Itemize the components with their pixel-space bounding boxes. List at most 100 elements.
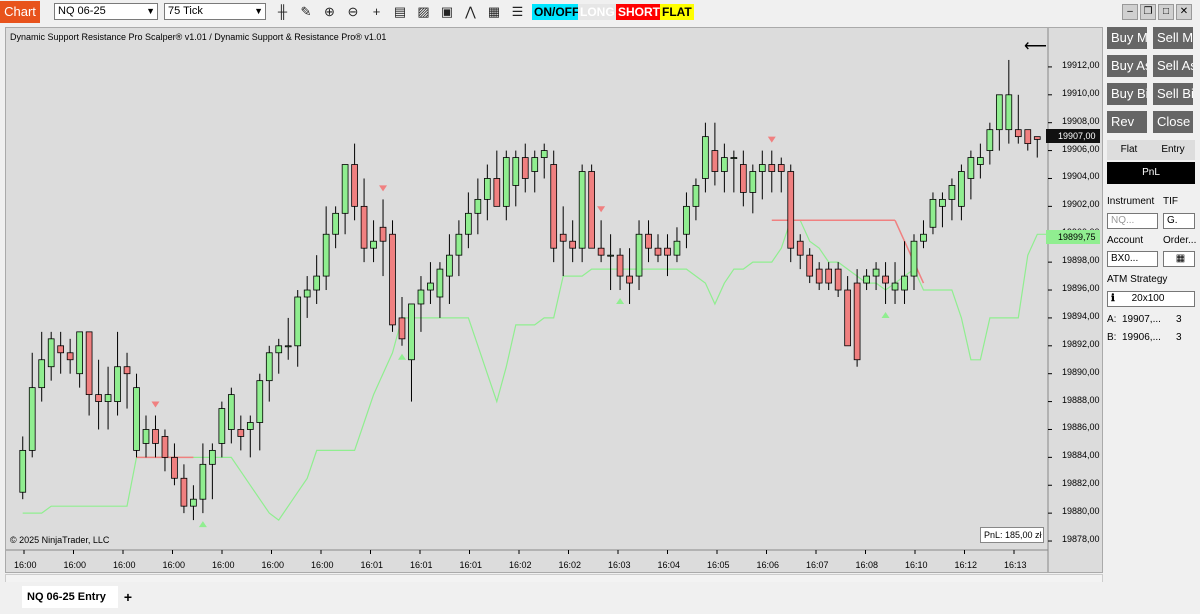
chart-trader-icon[interactable]: ▣ [439,3,456,20]
strategies-icon[interactable]: ▦ [486,3,503,20]
add-tab-button[interactable]: + [119,588,137,606]
candle-body [683,205,690,235]
on-off-label: ON/OFF [534,5,580,19]
candle-body [626,275,633,284]
candle-body [483,178,491,200]
instrument-field[interactable]: NQ... [1107,213,1158,229]
time-axis-label: 16:01 [459,560,483,570]
buy-bid-button[interactable]: Buy Bid [1107,83,1147,105]
candle-body [1014,129,1022,138]
candle-body [152,429,159,444]
price-axis-label: 19898,00 [1062,255,1100,266]
price-axis-label: 19902,00 [1062,199,1100,210]
instrument-label: Instrument [1107,196,1155,207]
time-axis-label: 16:00 [311,560,334,570]
candle-body [322,233,330,277]
candle-body [408,303,415,361]
time-axis-label: 16:02 [558,560,582,570]
close-icon[interactable]: ✕ [1176,4,1192,20]
candle-body [123,366,131,375]
candle-body [540,150,548,158]
price-axis-label: 19882,00 [1062,478,1100,489]
time-axis-label: 16:06 [756,560,780,570]
candle-body [47,338,55,368]
long-toggle[interactable]: LONG [578,4,617,20]
price-axis-label: 19910,00 [1062,87,1100,98]
pnl-button[interactable]: PnL [1107,162,1195,184]
chart-panel[interactable] [5,27,1103,573]
pnl-display: PnL: 185,00 zł [980,527,1044,543]
time-axis-label: 16:00 [14,560,37,570]
buy-market-button[interactable]: Buy Mkt [1107,27,1147,49]
candle-body [142,429,150,444]
arrow-left-icon[interactable]: ⟵ [1024,36,1047,56]
buy-signal-arrow [198,521,207,528]
tab-entry[interactable]: Entry [1151,140,1195,160]
chevron-down-icon: ▼ [146,6,155,16]
bid-label: B: [1107,332,1117,343]
buy-ask-button[interactable]: Buy Ask [1107,55,1147,77]
sell-bid-button[interactable]: Sell Bid [1153,83,1193,105]
sell-market-button[interactable]: Sell Mkt [1153,27,1193,49]
candle-body [161,436,169,458]
maximize-icon[interactable]: □ [1158,4,1174,20]
sell-ask-button[interactable]: Sell Ask [1153,55,1193,77]
price-axis-label: 19906,00 [1062,143,1100,154]
data-box-icon[interactable]: ▤ [392,3,409,20]
atm-strategy-select[interactable]: ℹ 20x100 [1107,291,1195,307]
candle-body [76,331,83,375]
candle-body [825,268,833,284]
account-select[interactable]: BX0... [1107,251,1158,267]
candle-body [806,254,814,277]
candle-body [910,240,918,277]
candle-body [531,157,539,172]
candle-body [427,282,434,291]
candle-body [588,171,595,249]
buy-signal-arrow [398,353,406,360]
price-axis-label: 19912,00 [1062,59,1100,70]
candle-body [474,198,482,214]
tab-nq-entry[interactable]: NQ 06-25 Entry [22,586,118,608]
restore-icon[interactable]: ❐ [1140,4,1156,20]
draw-pencil-icon[interactable]: ✎ [298,3,315,20]
templates-icon[interactable]: ▨ [415,3,432,20]
candle-body [246,422,254,430]
minimize-icon[interactable]: – [1122,4,1138,20]
candle-body [133,387,140,451]
time-axis-label: 16:00 [162,560,186,570]
zoom-out-icon[interactable]: ⊖ [345,3,362,20]
candle-body [446,254,453,277]
candle-body [66,352,74,361]
bar-style-icon[interactable]: ╫ [274,3,291,20]
account-value: BX0... [1111,253,1139,264]
candle-body [199,463,207,500]
candle-body [882,275,889,284]
zoom-in-icon[interactable]: ⊕ [321,3,338,20]
candle-body [351,164,358,207]
chart-menu-button[interactable]: Chart [0,1,40,23]
candle-body [19,449,27,493]
candle-body [455,233,463,256]
candle-body [901,275,908,291]
ask-quantity: 3 [1176,314,1182,325]
candle-body [569,240,577,249]
instrument-selector[interactable]: NQ 06-25 ▼ [54,3,158,20]
candle-body [389,233,396,326]
resistance-line [894,219,925,284]
interval-selector[interactable]: 75 Tick ▼ [164,3,266,20]
candle-body [863,275,870,284]
flat-toggle[interactable]: FLAT [660,4,694,20]
tif-select[interactable]: G. [1163,213,1195,229]
close-position-button[interactable]: Close [1153,111,1193,133]
on-off-toggle[interactable]: ON/OFF [532,4,582,20]
crosshair-icon[interactable]: + [368,3,385,20]
indicators-icon[interactable]: ⋀ [462,3,479,20]
candle-body [209,449,216,465]
tab-flat[interactable]: Flat [1107,140,1151,160]
flat-label: FLAT [662,5,692,19]
reverse-button[interactable]: Rev [1107,111,1147,133]
short-toggle[interactable]: SHORT [616,4,662,20]
properties-icon[interactable]: ☰ [509,3,526,20]
order-quantity-icon[interactable]: ▦ [1163,251,1195,267]
candle-body [237,429,245,437]
